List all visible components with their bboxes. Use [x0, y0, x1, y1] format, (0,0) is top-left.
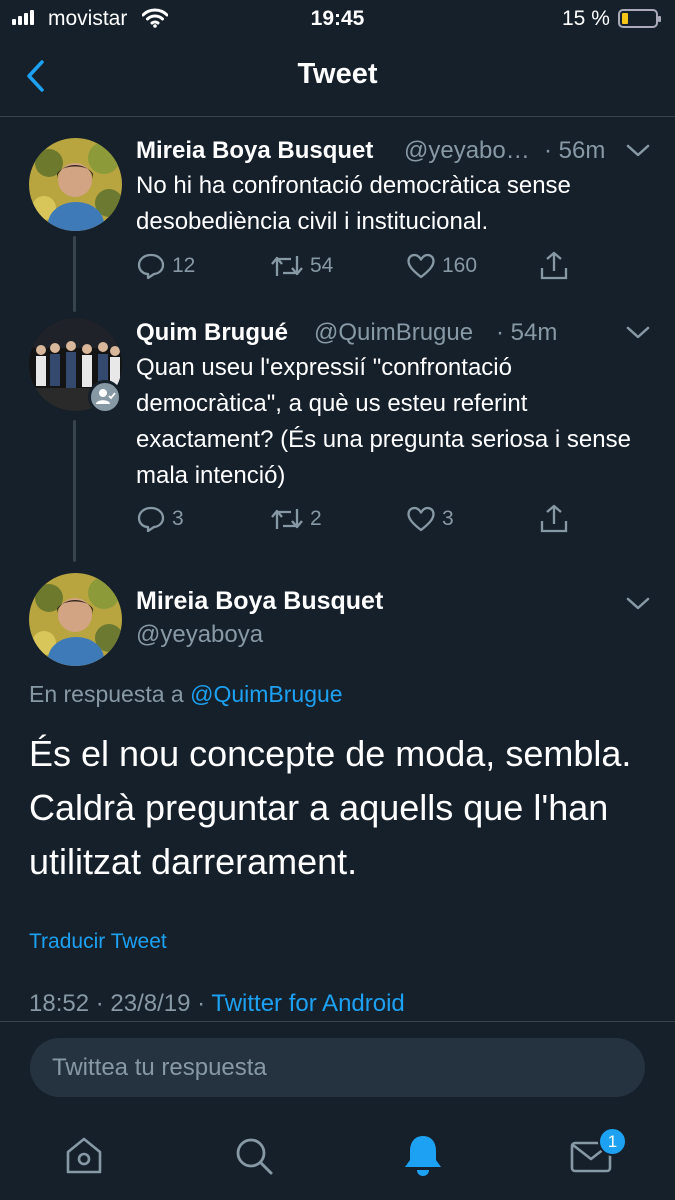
translate-link[interactable]: Traducir Tweet	[29, 930, 167, 954]
chevron-down-icon[interactable]	[625, 143, 651, 159]
chevron-down-icon[interactable]	[625, 325, 651, 341]
retweet-count: 2	[310, 507, 322, 530]
reply-button[interactable]: 3	[136, 505, 184, 533]
tweet-time: · 56m	[544, 137, 606, 164]
header-divider	[0, 116, 675, 117]
tweet-text: No hi ha confrontació democràtica sense …	[136, 172, 571, 235]
author-handle[interactable]: @yeyabo…	[404, 137, 530, 165]
author-name[interactable]: Mireia Boya Busquet	[136, 587, 383, 616]
timestamp-text: 18:52 · 23/8/19 ·	[29, 990, 206, 1017]
status-bar: movistar 19:45 15 %	[0, 0, 675, 40]
tweet-text: És el nou concepte de moda, sembla. Cald…	[29, 733, 632, 882]
follow-badge-icon	[88, 380, 122, 414]
tweet-timestamp: 18:52 · 23/8/19 · Twitter for Android	[29, 990, 405, 1018]
tweet-text: Quan useu l'expressií "confrontació demo…	[136, 354, 631, 489]
like-count: 160	[442, 254, 478, 277]
heart-icon	[407, 253, 435, 279]
reply-icon	[137, 506, 165, 533]
chevron-down-icon[interactable]	[625, 596, 651, 612]
reply-to-link[interactable]: @QuimBrugue	[190, 681, 342, 707]
home-icon[interactable]	[62, 1134, 106, 1178]
reply-context: En respuesta a @QuimBrugue	[29, 681, 343, 708]
author-name[interactable]: Quim Brugué	[136, 319, 288, 347]
retweet-count: 54	[310, 254, 334, 277]
reply-prefix: En respuesta a	[29, 681, 184, 707]
retweet-button[interactable]: 54	[270, 252, 333, 280]
share-icon[interactable]	[538, 503, 570, 540]
reply-icon	[137, 253, 165, 280]
reply-button[interactable]: 12	[136, 252, 195, 280]
avatar[interactable]	[29, 138, 122, 231]
source-link[interactable]: Twitter for Android	[211, 990, 404, 1017]
like-button[interactable]: 160	[406, 252, 477, 280]
author-handle[interactable]: @QuimBrugue	[314, 319, 473, 347]
retweet-icon	[271, 509, 303, 529]
reply-count: 12	[172, 254, 196, 277]
reply-count: 3	[172, 507, 184, 530]
retweet-button[interactable]: 2	[270, 505, 322, 533]
like-count: 3	[442, 507, 454, 530]
battery-icon	[618, 9, 661, 28]
thread-line	[73, 420, 76, 562]
notifications-bell-icon[interactable]	[401, 1132, 445, 1176]
retweet-icon	[271, 256, 303, 276]
like-button[interactable]: 3	[406, 505, 454, 533]
tweet-time: · 54m	[496, 319, 558, 346]
author-name[interactable]: Mireia Boya Busquet	[136, 137, 373, 165]
reply-input[interactable]: Twittea tu respuesta	[30, 1038, 645, 1097]
avatar[interactable]	[29, 573, 122, 666]
thread-line	[73, 236, 76, 312]
heart-icon	[407, 506, 435, 532]
page-title: Tweet	[297, 58, 378, 90]
messages-badge: 1	[598, 1127, 627, 1156]
share-icon[interactable]	[538, 250, 570, 287]
battery-percent: 15 %	[562, 7, 610, 30]
search-icon[interactable]	[232, 1134, 276, 1178]
author-handle[interactable]: @yeyaboya	[136, 621, 263, 649]
compose-divider	[0, 1021, 675, 1022]
